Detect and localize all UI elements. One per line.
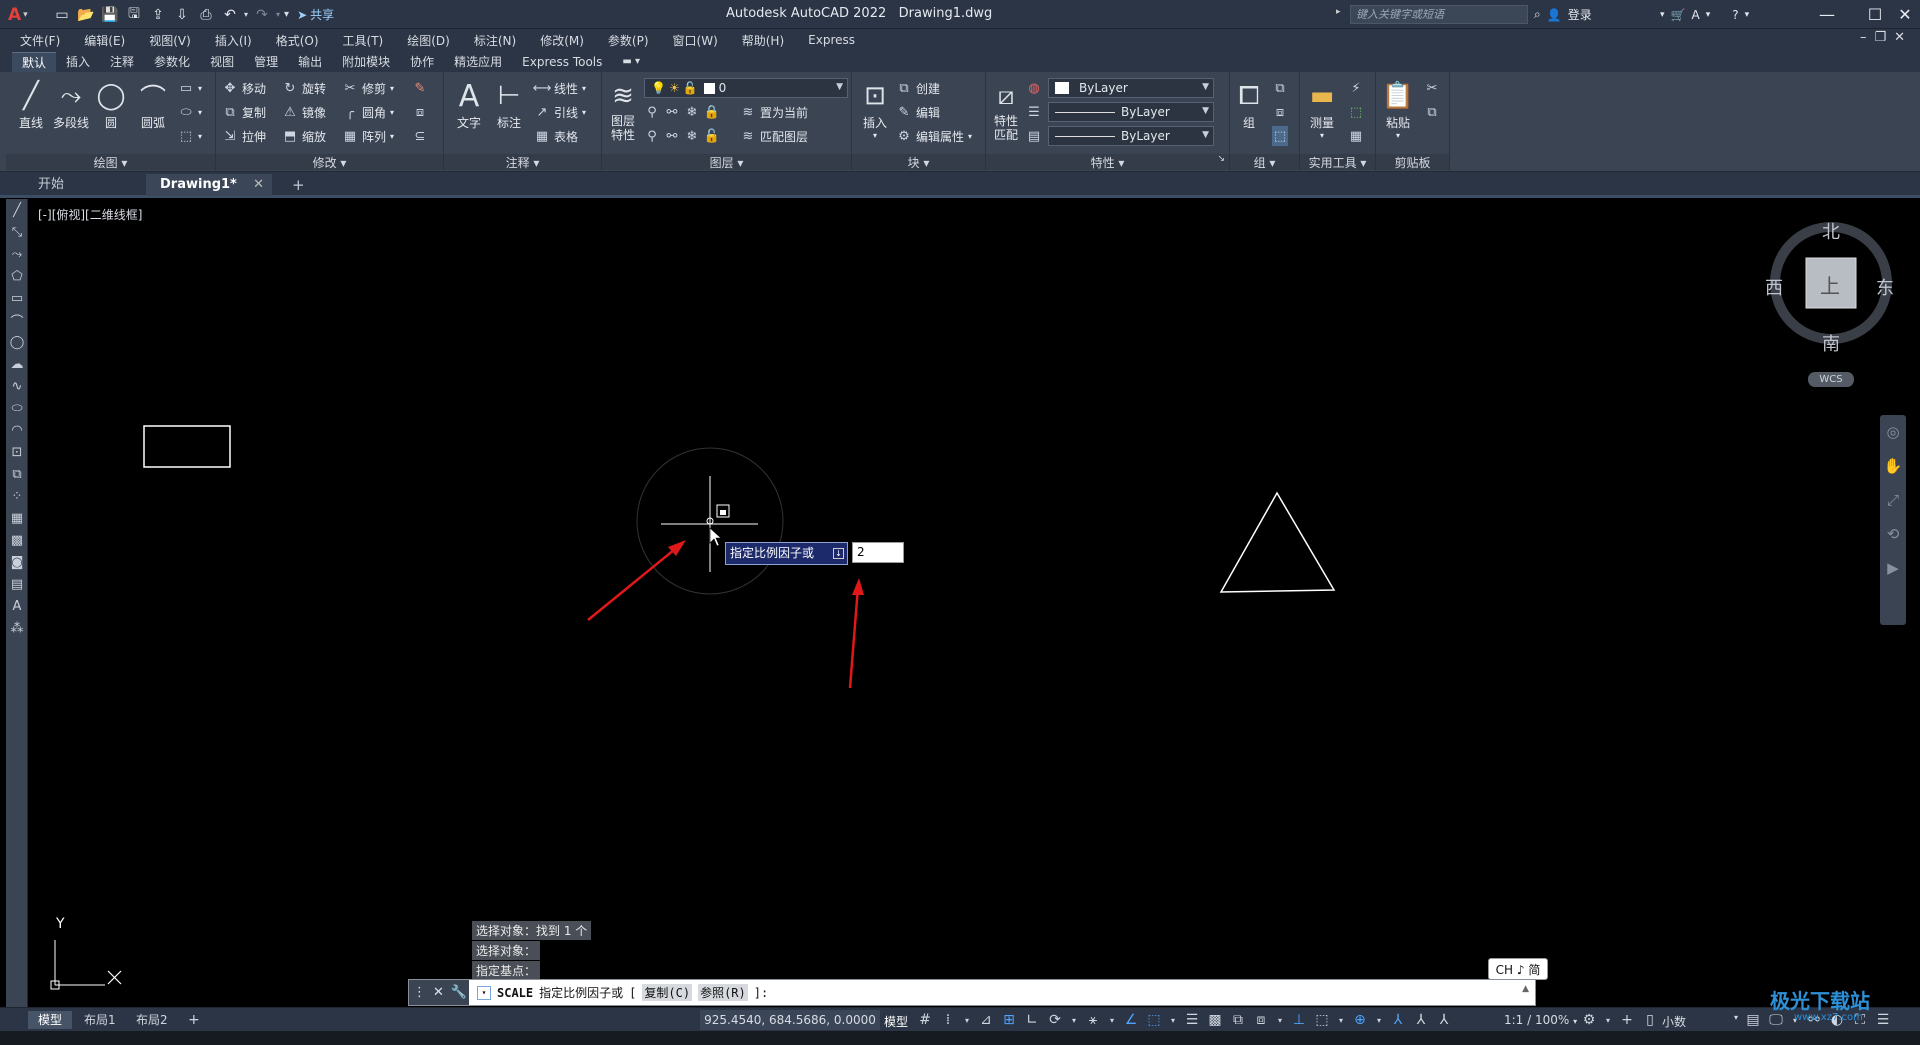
ucs-y-label: Y: [56, 916, 65, 932]
dynamic-input-icon[interactable]: ⊞: [1002, 1012, 1016, 1028]
command-option-reference[interactable]: 参照(R): [698, 984, 748, 1001]
units-value: 小数: [1662, 1015, 1687, 1029]
model-space-button[interactable]: 模型: [884, 1013, 908, 1030]
command-option-copy[interactable]: 复制(C): [642, 984, 693, 1001]
object-snap-icon[interactable]: ⬚: [1147, 1012, 1161, 1028]
command-history-line-3: 指定基点：: [472, 961, 541, 980]
mouse-pointer-icon: [709, 527, 722, 547]
command-open-bracket: [: [629, 985, 637, 1000]
add-layout-icon[interactable]: +: [178, 1011, 210, 1029]
pan-icon[interactable]: ✋: [1880, 449, 1906, 483]
viewcube-west[interactable]: 西: [1765, 274, 1783, 300]
transparency-icon[interactable]: ▩: [1208, 1012, 1222, 1028]
gizmo-icon[interactable]: ⊕: [1353, 1012, 1367, 1028]
layout-tab-layout2[interactable]: 布局2: [126, 1011, 178, 1029]
infer-constraints-icon[interactable]: ⊿: [979, 1012, 993, 1028]
ortho-icon[interactable]: ∟: [1025, 1012, 1039, 1028]
wcs-menu-button[interactable]: WCS: [1808, 372, 1854, 387]
triangle-shape[interactable]: [1219, 491, 1336, 593]
customization-icon[interactable]: ☰: [1876, 1012, 1890, 1028]
isodraft-icon[interactable]: ⚹: [1086, 1012, 1100, 1028]
dynamic-input-prompt: 指定比例因子或 ↓: [725, 542, 848, 565]
units-dropdown[interactable]: 小数 ▾: [1662, 1013, 1738, 1030]
showmotion-icon[interactable]: ▶: [1880, 551, 1906, 585]
zoom-extents-icon[interactable]: ⤢: [1880, 483, 1906, 517]
object-snap-tracking-icon[interactable]: ∠: [1124, 1012, 1138, 1028]
annotation-visibility-icon[interactable]: ⅄: [1391, 1012, 1405, 1028]
grid-icon[interactable]: #: [918, 1012, 932, 1028]
command-customize-icon[interactable]: 🔧: [451, 985, 467, 1000]
units-icon[interactable]: ▯: [1643, 1012, 1657, 1028]
annotation-arrow-2: [848, 586, 860, 689]
viewcube-north[interactable]: 北: [1822, 218, 1840, 244]
annotation-monitor-icon[interactable]: +: [1620, 1012, 1634, 1028]
viewcube-top-label[interactable]: 上: [1820, 270, 1840, 299]
command-line[interactable]: ⋮ ✕ 🔧 ▾ SCALE 指定比例因子或 [ 复制(C) 参照(R) ]: ▲: [408, 979, 1536, 1006]
status-bar: 模型 布局1 布局2 + 925.4540, 684.5686, 0.0000 …: [0, 1007, 1920, 1031]
annotation-arrow-1: [587, 544, 681, 621]
viewcube-south[interactable]: 南: [1822, 330, 1840, 356]
command-history-line-2: 选择对象：: [472, 941, 541, 960]
annotation-scale-value: 1:1 / 100%: [1504, 1013, 1570, 1027]
command-history-line-1: 选择对象：找到 1 个: [472, 921, 592, 940]
layout-tab-model[interactable]: 模型: [28, 1011, 73, 1029]
orbit-icon[interactable]: ⟲: [1880, 517, 1906, 551]
status-right-tools-1: ⚙ ▾ + ▯: [1582, 1010, 1657, 1030]
command-close-icon[interactable]: ✕: [433, 985, 444, 1000]
dynamic-ucs-icon[interactable]: ⊥: [1292, 1012, 1306, 1028]
ime-indicator[interactable]: CH ♪ 简: [1488, 958, 1548, 980]
auto-scale-icon[interactable]: ⅄: [1414, 1012, 1428, 1028]
polar-icon[interactable]: ⟳: [1048, 1012, 1062, 1028]
watermark-text: 极光下载站: [1770, 989, 1870, 1013]
watermark-url: www.xz7.com: [1794, 1012, 1863, 1023]
recent-commands-icon[interactable]: ▾: [477, 985, 491, 1000]
command-history-toggle-icon[interactable]: ▲: [1522, 984, 1529, 994]
window-bottom-edge: [0, 1031, 1920, 1045]
scale-factor-input[interactable]: 2: [852, 542, 904, 563]
layout-tab-layout1[interactable]: 布局1: [74, 1011, 126, 1029]
autocad-window: { "title": {"app": "Autodesk AutoCAD 202…: [0, 0, 1920, 1045]
command-prompt-text: 指定比例因子或: [539, 986, 624, 1000]
lock-ui-icon[interactable]: 🖵: [1769, 1012, 1783, 1028]
coordinates-display[interactable]: 925.4540, 684.5686, 0.0000: [700, 1010, 880, 1030]
lineweight-toggle-icon[interactable]: ☰: [1185, 1012, 1199, 1028]
command-line-controls: ⋮ ✕ 🔧: [409, 980, 469, 1005]
command-prompt: ▾ SCALE 指定比例因子或 [ 复制(C) 参照(R) ]:: [469, 984, 768, 1001]
workspace-gear-icon[interactable]: ⚙: [1582, 1012, 1596, 1028]
rectangle-shape[interactable]: [143, 425, 231, 468]
command-grip-icon[interactable]: ⋮: [413, 985, 426, 1000]
annotation-arrow-2-head: [852, 578, 864, 595]
selection-filter-icon[interactable]: ⬚: [1315, 1012, 1329, 1028]
steering-wheel-icon[interactable]: ◎: [1880, 415, 1906, 449]
scale-cursor-badge-fill: [720, 510, 726, 515]
snap-icon[interactable]: ⁞: [941, 1012, 955, 1028]
3d-osnap-icon[interactable]: ⧈: [1254, 1012, 1268, 1028]
status-toggles: # ⁞ ▾ ⊿ ⊞ ∟ ⟳ ▾ ⚹ ▾ ∠ ⬚ ▾ ☰ ▩ ⧉ ⧈ ▾ ⊥ ⬚ ▾ ⊕ ▾ ⅄…: [918, 1010, 1451, 1030]
navigation-bar: ◎ ✋ ⤢ ⟲ ▶: [1880, 415, 1906, 625]
dynamic-prompt-text: 指定比例因子或: [730, 546, 815, 560]
quick-properties-icon[interactable]: ▤: [1746, 1012, 1760, 1028]
selection-cycling-icon[interactable]: ⧉: [1231, 1012, 1245, 1028]
command-name: SCALE: [497, 985, 534, 1000]
command-close-bracket: ]:: [753, 985, 769, 1000]
annotation-scale-icon[interactable]: ⅄: [1437, 1012, 1451, 1028]
viewcube-east[interactable]: 东: [1876, 274, 1894, 300]
annotation-scale-dropdown[interactable]: 1:1 / 100% ▾: [1504, 1013, 1577, 1027]
dynamic-options-icon[interactable]: ↓: [833, 548, 844, 559]
drawing-canvas: [50, 222, 1892, 990]
